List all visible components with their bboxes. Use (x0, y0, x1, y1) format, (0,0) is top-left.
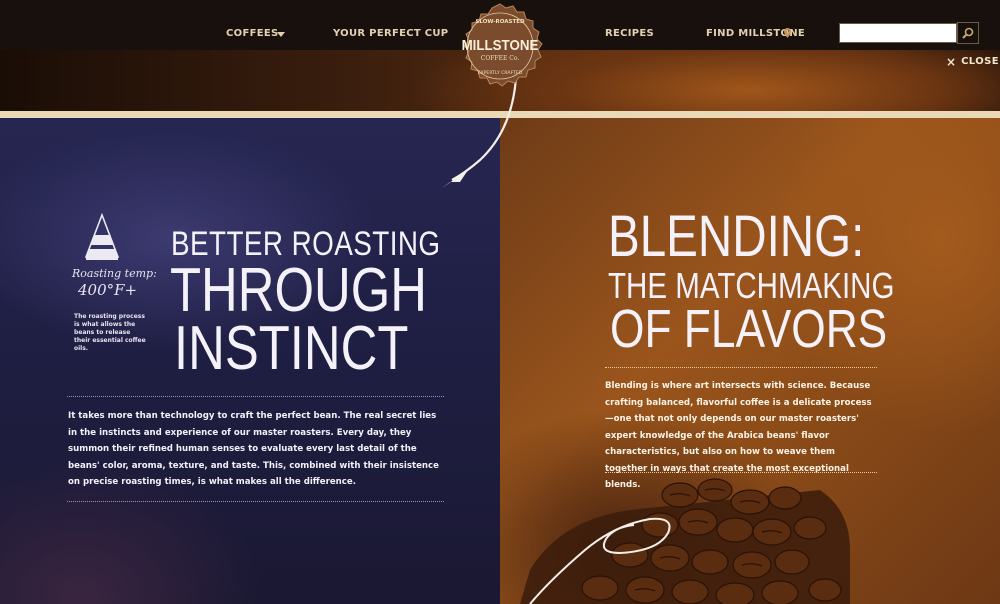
roasting-heading-line-3: INSTINCT (174, 314, 409, 383)
divider (67, 501, 444, 502)
logo-name-text: MILLSTONE (462, 36, 539, 53)
close-label: CLOSE (961, 56, 999, 67)
divider (605, 367, 877, 368)
search-input[interactable] (839, 23, 957, 43)
close-icon: × (946, 54, 957, 69)
roasting-temp-value: 400°F+ (78, 281, 138, 299)
blending-heading-line-1: BLENDING: (608, 204, 865, 269)
nav-your-perfect-cup[interactable]: YOUR PERFECT CUP (333, 28, 448, 39)
blending-heading-line-3: OF FLAVORS (610, 299, 888, 359)
search-icon (962, 27, 974, 39)
nav-recipes[interactable]: RECIPES (605, 28, 654, 39)
roasting-temp-note: The roasting process is what allows the … (74, 313, 146, 352)
chevron-down-icon[interactable] (277, 32, 285, 37)
close-button[interactable]: × CLOSE (946, 54, 999, 69)
roasting-heading-line-2: THROUGH (170, 256, 428, 325)
location-pin-icon (784, 28, 791, 41)
millstone-logo[interactable]: SLOW-ROASTED MILLSTONE COFFEE Co. EXPERT… (456, 2, 544, 90)
roasting-flask-icon (84, 213, 120, 260)
divider (67, 396, 444, 397)
blending-body-text: Blending is where art intersects with sc… (605, 381, 872, 490)
logo-bottom-text: EXPERTLY CRAFTED (478, 70, 523, 76)
nav-coffees[interactable]: COFFEES (226, 28, 278, 39)
roasting-body-text: It takes more than technology to craft t… (68, 411, 439, 487)
divider (605, 472, 877, 473)
logo-sub-text: COFFEE Co. (481, 55, 520, 62)
logo-top-text: SLOW-ROASTED (475, 19, 525, 25)
swirl-line-decoration (529, 517, 671, 604)
roasting-temp-label: Roasting temp: (72, 267, 157, 280)
search-button[interactable] (957, 22, 979, 44)
